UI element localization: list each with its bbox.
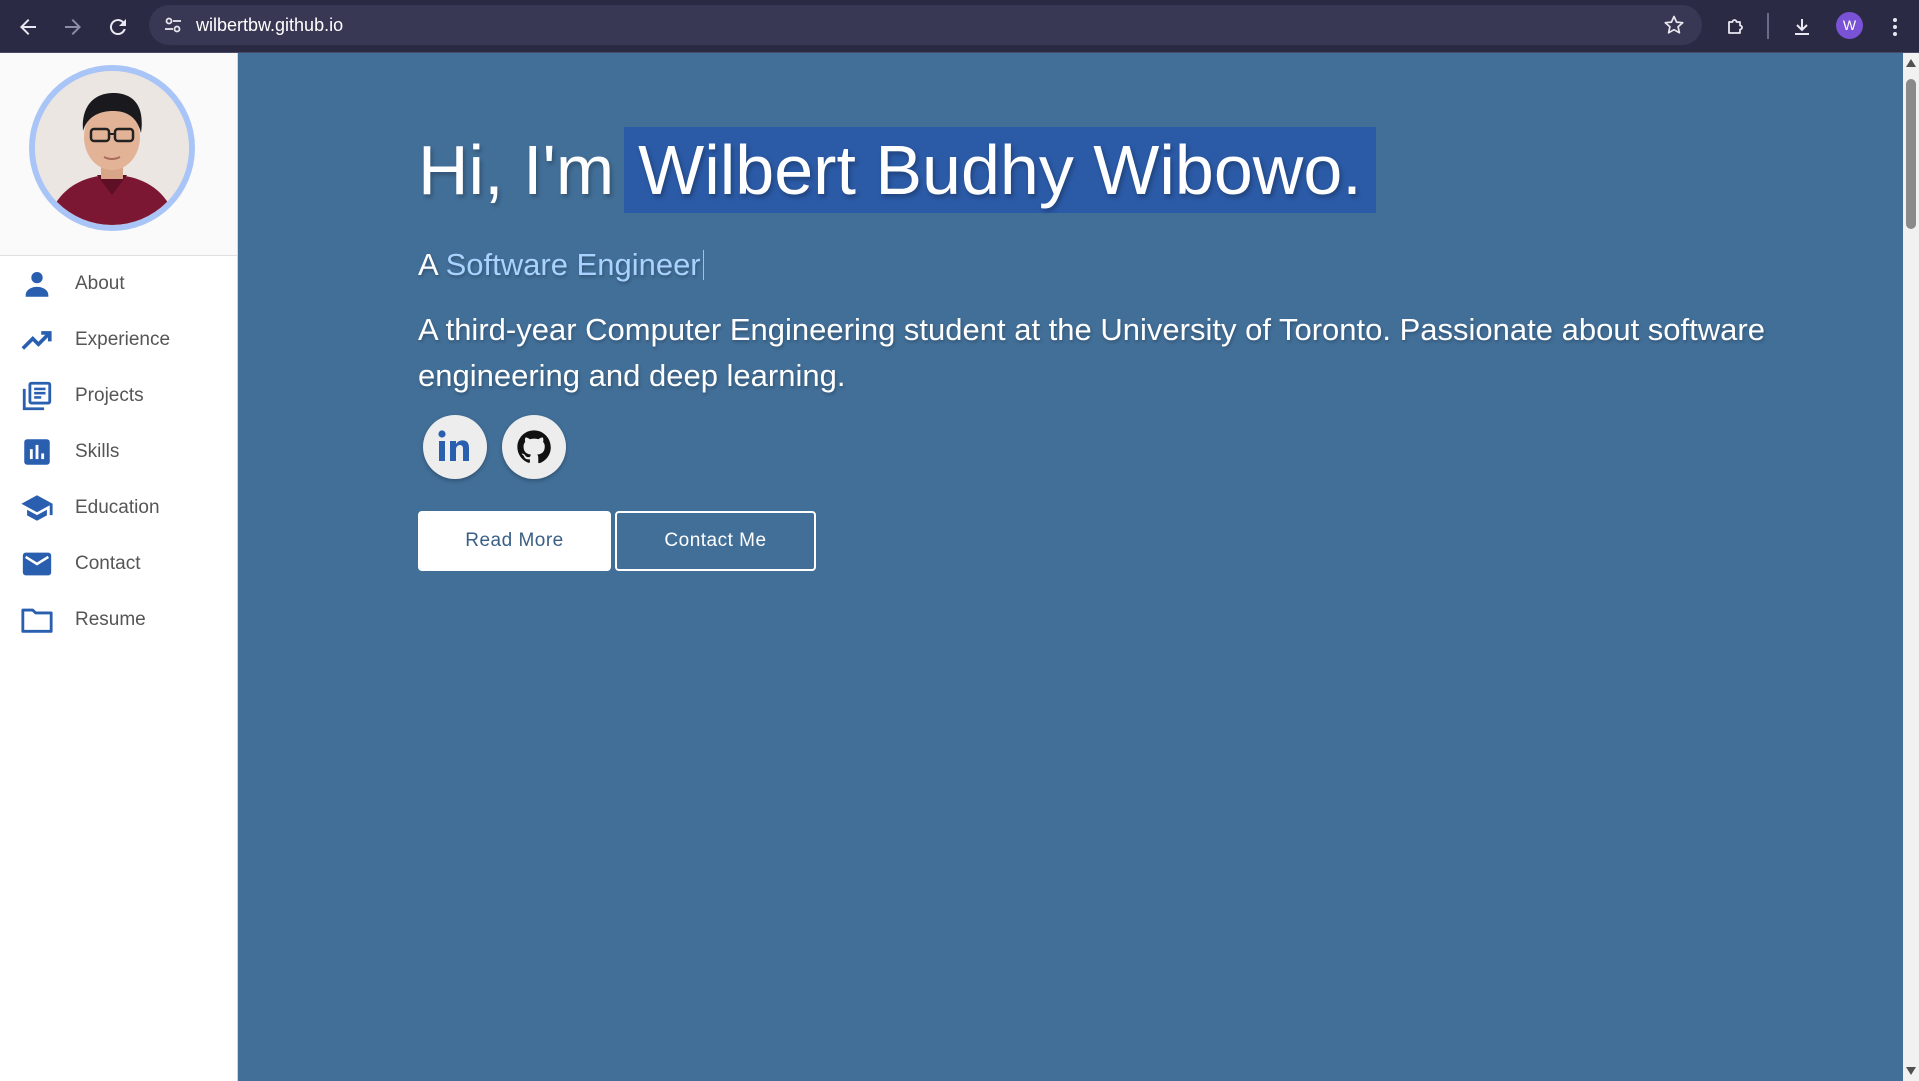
sidebar-item-label: Contact (75, 553, 141, 574)
linkedin-icon (438, 430, 469, 461)
page-scrollbar[interactable] (1903, 53, 1919, 1081)
sidebar-item-label: Projects (75, 385, 144, 406)
trending-up-icon (20, 323, 54, 357)
reload-icon (109, 18, 126, 35)
linkedin-link[interactable] (423, 415, 487, 479)
url-text[interactable]: wilbertbw.github.io (196, 5, 343, 45)
person-icon (20, 267, 54, 301)
hero-subtitle: A Software Engineer (418, 247, 704, 283)
sidebar-item-about[interactable]: About (0, 255, 237, 311)
sidebar-item-label: Resume (75, 609, 146, 630)
sidebar-item-label: Education (75, 497, 160, 518)
kebab-menu-icon (1892, 17, 1897, 36)
contact-me-button[interactable]: Contact Me (615, 511, 816, 571)
read-more-button[interactable]: Read More (418, 511, 611, 571)
profile-header (0, 53, 237, 256)
hero-greeting: Hi, I'm (418, 131, 615, 209)
profile-photo (35, 71, 189, 225)
sidebar-item-label: Skills (75, 441, 120, 462)
github-icon (517, 430, 551, 464)
scrollbar-thumb[interactable] (1906, 79, 1916, 229)
library-books-icon (20, 379, 54, 413)
bookmark-star-icon[interactable] (1662, 13, 1686, 37)
menu-button[interactable] (1876, 8, 1913, 45)
scroll-down-arrow-icon[interactable] (1906, 1067, 1916, 1075)
sidebar-item-experience[interactable]: Experience (0, 311, 237, 367)
scroll-up-arrow-icon[interactable] (1906, 59, 1916, 67)
sidebar-item-label: Experience (75, 329, 171, 350)
site-settings-icon[interactable] (161, 13, 185, 37)
subtitle-prefix: A (418, 247, 437, 282)
sidebar-nav: About Experience Projects Skills Educati… (0, 255, 237, 647)
browser-toolbar: wilbertbw.github.io W (0, 0, 1919, 53)
graduation-cap-icon (20, 491, 54, 525)
profile-photo-ring (29, 65, 195, 231)
hero-section: Hi, I'm Wilbert Budhy Wibowo. A Software … (238, 53, 1903, 1081)
back-button[interactable] (9, 8, 46, 45)
bar-chart-icon (20, 435, 54, 469)
typing-cursor (702, 250, 704, 280)
sidebar-item-projects[interactable]: Projects (0, 367, 237, 423)
sidebar: About Experience Projects Skills Educati… (0, 53, 238, 1081)
sidebar-item-label: About (75, 273, 125, 294)
mail-icon (20, 547, 54, 581)
sidebar-item-contact[interactable]: Contact (0, 535, 237, 591)
sidebar-item-education[interactable]: Education (0, 479, 237, 535)
sidebar-item-skills[interactable]: Skills (0, 423, 237, 479)
hero-name: Wilbert Budhy Wibowo. (624, 127, 1376, 213)
hero-title: Hi, I'm Wilbert Budhy Wibowo. (418, 127, 1376, 213)
download-icon (1794, 18, 1809, 35)
address-bar[interactable]: wilbertbw.github.io (149, 5, 1702, 45)
arrow-right-icon (64, 18, 81, 35)
hero-description: A third-year Computer Engineering studen… (418, 312, 1765, 393)
arrow-left-icon (19, 18, 36, 35)
reload-button[interactable] (99, 8, 136, 45)
sidebar-item-resume[interactable]: Resume (0, 591, 237, 647)
toolbar-divider (1767, 13, 1769, 39)
downloads-button[interactable] (1783, 8, 1820, 45)
forward-button[interactable] (54, 8, 91, 45)
puzzle-icon (1727, 18, 1743, 34)
typed-role: Software Engineer (445, 247, 701, 282)
folder-icon (20, 603, 54, 637)
github-link[interactable] (502, 415, 566, 479)
profile-avatar[interactable]: W (1836, 12, 1863, 39)
extensions-button[interactable] (1717, 8, 1754, 45)
